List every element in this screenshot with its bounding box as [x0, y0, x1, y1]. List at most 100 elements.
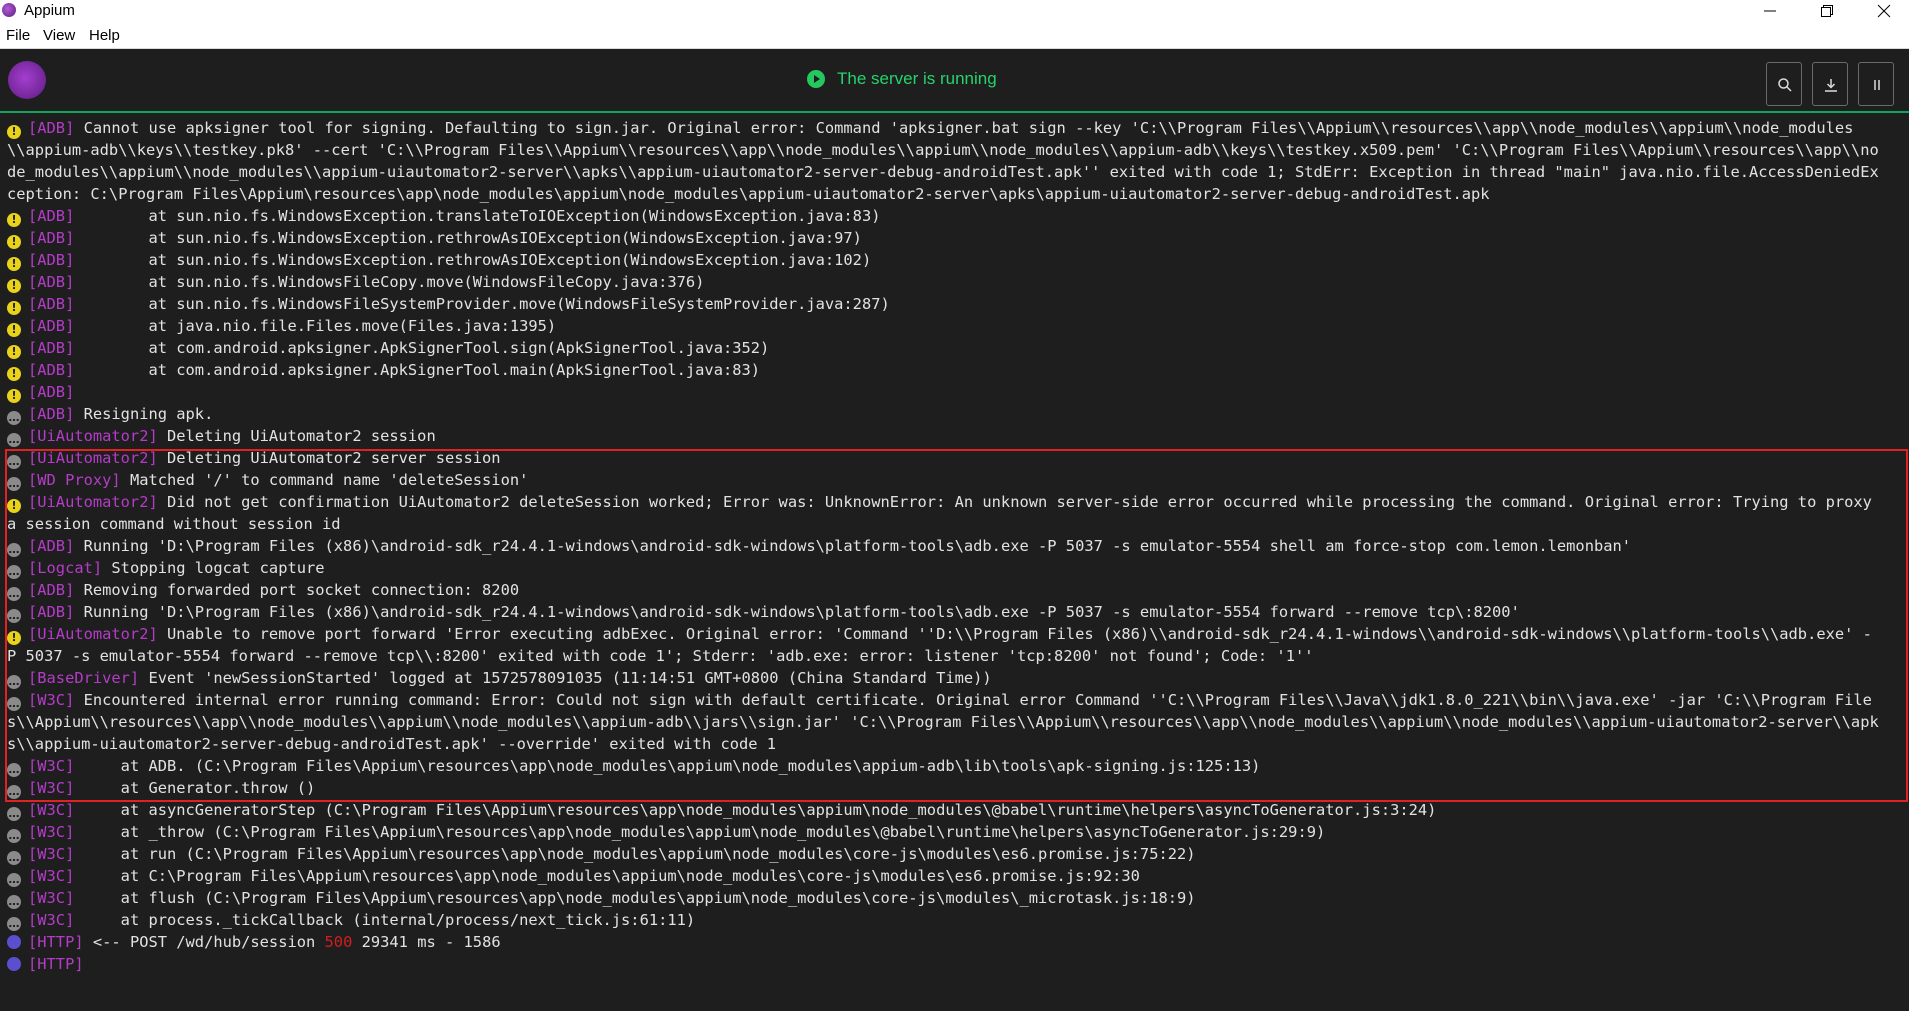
log-tag: [ADB]: [28, 537, 75, 555]
log-message: at sun.nio.fs.WindowsException.translate…: [74, 207, 881, 225]
http-timing: 29341 ms - 1586: [352, 933, 501, 951]
warning-icon: !: [7, 631, 21, 645]
server-header: The server is running: [0, 49, 1909, 113]
info-icon: …: [7, 609, 21, 623]
log-tag: [W3C]: [28, 911, 75, 929]
log-tag: [W3C]: [28, 801, 75, 819]
log-message: <-- POST /wd/hub/session: [83, 933, 325, 951]
menu-view[interactable]: View: [43, 27, 75, 44]
log-entry: … [UiAutomator2] Deleting UiAutomator2 se…: [0, 447, 1909, 469]
log-tag: [ADB]: [28, 295, 75, 313]
search-icon: [1778, 78, 1792, 92]
log-tag: [W3C]: [28, 691, 75, 709]
info-icon: …: [7, 829, 21, 843]
log-entry: ! [ADB] Cannot use apksigner tool for sig…: [0, 117, 1909, 205]
log-tag: [BaseDriver]: [28, 669, 140, 687]
log-message: Removing forwarded port socket connectio…: [74, 581, 520, 599]
log-tag: [ADB]: [28, 251, 75, 269]
log-message: Stopping logcat capture: [102, 559, 325, 577]
log-tag: [ADB]: [28, 229, 75, 247]
log-tag: [UiAutomator2]: [28, 493, 158, 511]
log-tag: [W3C]: [28, 779, 75, 797]
minimize-button[interactable]: [1747, 0, 1793, 22]
appium-logo: [8, 61, 46, 99]
log-entry: … [ADB] Running 'D:\Program Files (x86)\a…: [0, 601, 1909, 623]
log-tag: [UiAutomator2]: [28, 449, 158, 467]
play-icon: [807, 70, 825, 88]
http-status-code: 500: [324, 933, 353, 951]
warning-icon: !: [7, 125, 21, 139]
search-logs-button[interactable]: [1766, 62, 1802, 106]
log-tag: [Logcat]: [28, 559, 103, 577]
log-message: at java.nio.file.Files.move(Files.java:1…: [74, 317, 557, 335]
log-message: Cannot use apksigner tool for signing. D…: [7, 119, 1879, 203]
warning-icon: !: [7, 301, 21, 315]
info-icon: …: [7, 807, 21, 821]
log-message: Encountered internal error running comma…: [7, 691, 1879, 753]
log-entry: ! [ADB] at sun.nio.fs.WindowsException.re…: [0, 227, 1909, 249]
window-title: Appium: [24, 2, 75, 19]
menu-help[interactable]: Help: [89, 27, 120, 44]
log-message: at sun.nio.fs.WindowsException.rethrowAs…: [74, 251, 872, 269]
log-tag: [ADB]: [28, 317, 75, 335]
window-titlebar: Appium: [0, 0, 1909, 22]
download-icon: [1825, 79, 1837, 92]
log-entry: ! [ADB]: [0, 381, 1909, 403]
warning-icon: !: [7, 279, 21, 293]
close-button[interactable]: [1861, 0, 1907, 22]
info-icon: …: [7, 763, 21, 777]
log-message: Unable to remove port forward 'Error exe…: [7, 625, 1872, 665]
log-entry: … [ADB] Resigning apk.: [0, 403, 1909, 425]
menu-file[interactable]: File: [6, 27, 30, 44]
log-entry: ! [UiAutomator2] Unable to remove port fo…: [0, 623, 1909, 667]
download-logs-button[interactable]: [1812, 62, 1848, 106]
log-entry: … [ADB] Removing forwarded port socket co…: [0, 579, 1909, 601]
log-entry: ! [UiAutomator2] Did not get confirmation…: [0, 491, 1909, 535]
log-message: at ADB. (C:\Program Files\Appium\resourc…: [74, 757, 1261, 775]
info-icon: …: [7, 455, 21, 469]
log-message: at process._tickCallback (internal/proce…: [74, 911, 696, 929]
info-icon: …: [7, 873, 21, 887]
warning-icon: !: [7, 213, 21, 227]
log-tag: [ADB]: [28, 361, 75, 379]
info-icon: …: [7, 917, 21, 931]
log-entry: ! [ADB] at sun.nio.fs.WindowsException.re…: [0, 249, 1909, 271]
log-entry: … [BaseDriver] Event 'newSessionStarted' …: [0, 667, 1909, 689]
log-tag: [ADB]: [28, 207, 75, 225]
log-message: at _throw (C:\Program Files\Appium\resou…: [74, 823, 1326, 841]
log-entry: … [W3C] Encountered internal error runnin…: [0, 689, 1909, 755]
info-icon: …: [7, 851, 21, 865]
log-message: Event 'newSessionStarted' logged at 1572…: [139, 669, 992, 687]
info-icon: …: [7, 477, 21, 491]
pause-icon: [1874, 80, 1880, 90]
server-log[interactable]: ! [ADB] Cannot use apksigner tool for sig…: [0, 117, 1909, 1011]
log-entry: … [W3C] at C:\Program Files\Appium\resour…: [0, 865, 1909, 887]
log-message: at flush (C:\Program Files\Appium\resour…: [74, 889, 1196, 907]
log-message: Deleting UiAutomator2 session: [157, 427, 436, 445]
log-tag: [W3C]: [28, 889, 75, 907]
log-message: at C:\Program Files\Appium\resources\app…: [74, 867, 1140, 885]
info-icon: …: [7, 433, 21, 447]
warning-icon: !: [7, 367, 21, 381]
info-icon: …: [7, 411, 21, 425]
pause-server-button[interactable]: [1858, 62, 1894, 106]
info-icon: …: [7, 895, 21, 909]
log-tag: [W3C]: [28, 867, 75, 885]
log-message: at com.android.apksigner.ApkSignerTool.s…: [74, 339, 770, 357]
log-entry: … [WD Proxy] Matched '/' to command name …: [0, 469, 1909, 491]
log-entry: … [W3C] at process._tickCallback (interna…: [0, 909, 1909, 931]
info-icon: …: [7, 565, 21, 579]
log-message: at Generator.throw (): [74, 779, 316, 797]
appium-app-icon: [2, 3, 16, 17]
warning-icon: !: [7, 389, 21, 403]
log-entry: ! [ADB] at java.nio.file.Files.move(Files…: [0, 315, 1909, 337]
log-tag: [UiAutomator2]: [28, 427, 158, 445]
log-tag: [WD Proxy]: [28, 471, 121, 489]
info-icon: …: [7, 675, 21, 689]
restore-button[interactable]: [1804, 0, 1850, 22]
info-icon: …: [7, 587, 21, 601]
log-entry: … [W3C] at asyncGeneratorStep (C:\Program…: [0, 799, 1909, 821]
restore-icon: [1821, 5, 1833, 17]
log-entry: ! [ADB] at sun.nio.fs.WindowsFileCopy.mov…: [0, 271, 1909, 293]
warning-icon: !: [7, 345, 21, 359]
